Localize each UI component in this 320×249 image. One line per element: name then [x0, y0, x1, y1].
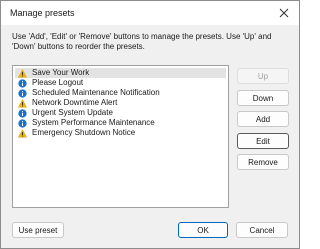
preset-item[interactable]: Please Logout	[15, 78, 226, 88]
add-button[interactable]: Add	[237, 111, 289, 127]
preset-item[interactable]: Network Downtime Alert	[15, 98, 226, 108]
preset-item[interactable]: Scheduled Maintenance Notification	[15, 88, 226, 98]
use-preset-button[interactable]: Use preset	[12, 222, 64, 238]
preset-item[interactable]: Emergency Shutdown Notice	[15, 128, 226, 138]
manage-presets-dialog: Manage presets Use 'Add', 'Edit' or 'Rem…	[0, 0, 300, 249]
preset-item[interactable]: System Performance Maintenance	[15, 118, 226, 128]
info-icon	[18, 88, 27, 98]
preset-label: Scheduled Maintenance Notification	[32, 88, 160, 97]
preset-item[interactable]: Save Your Work	[15, 68, 226, 78]
remove-button[interactable]: Remove	[237, 154, 289, 170]
warning-icon	[18, 68, 27, 78]
close-button[interactable]	[269, 1, 299, 25]
preset-label: Please Logout	[32, 78, 84, 87]
instructions-text: Use 'Add', 'Edit' or 'Remove' buttons to…	[12, 32, 272, 51]
warning-icon	[18, 128, 27, 138]
info-icon	[18, 78, 27, 88]
edit-button[interactable]: Edit	[237, 133, 289, 149]
info-icon	[18, 118, 27, 128]
preset-label: Save Your Work	[32, 68, 90, 77]
presets-list[interactable]: Save Your Work Please Logout Scheduled Mai…	[12, 65, 229, 208]
title-bar: Manage presets	[1, 1, 299, 25]
preset-item[interactable]: Urgent System Update	[15, 108, 226, 118]
info-icon	[18, 108, 27, 118]
close-icon	[279, 8, 289, 18]
warning-icon	[18, 98, 27, 108]
preset-label: Network Downtime Alert	[32, 98, 118, 107]
cancel-button[interactable]: Cancel	[236, 222, 288, 238]
preset-label: Urgent System Update	[32, 108, 113, 117]
down-button[interactable]: Down	[237, 90, 289, 106]
up-button[interactable]: Up	[237, 68, 289, 84]
dialog-title: Manage presets	[10, 8, 75, 18]
preset-label: System Performance Maintenance	[32, 118, 155, 127]
ok-button[interactable]: OK	[178, 222, 228, 238]
preset-label: Emergency Shutdown Notice	[32, 128, 136, 137]
